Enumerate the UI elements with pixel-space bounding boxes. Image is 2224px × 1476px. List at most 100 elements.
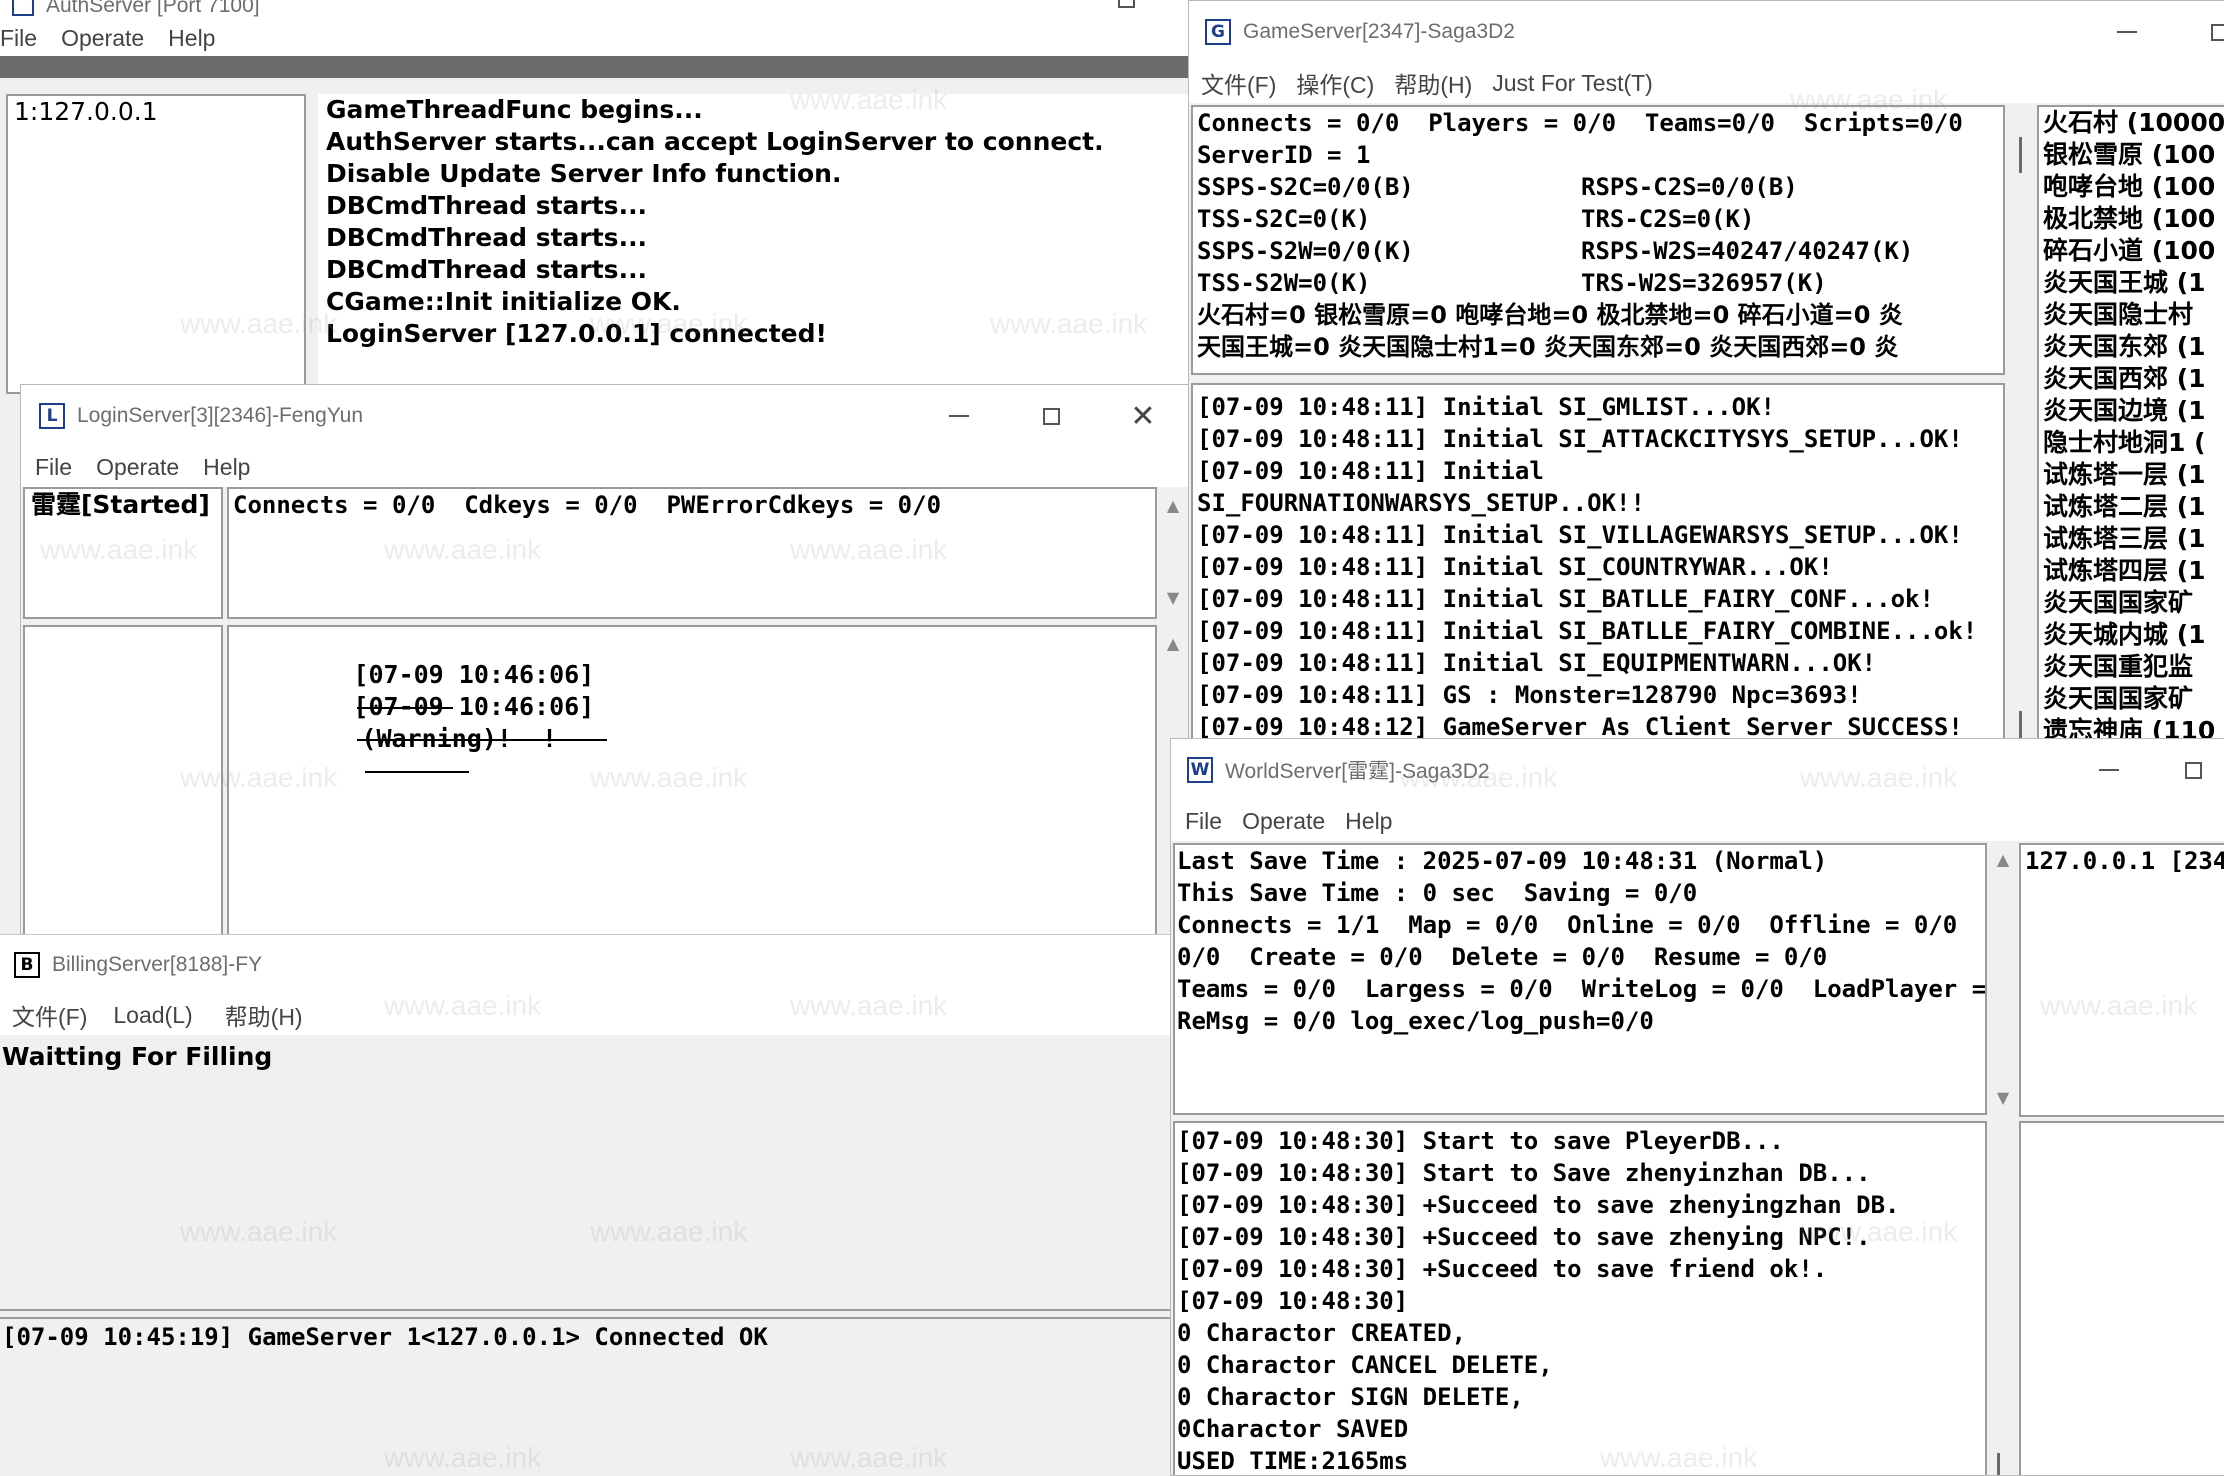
authserver-title: AuthServer [Port 7100] bbox=[46, 0, 260, 17]
billingserver-app-icon: B bbox=[14, 952, 40, 978]
game-map-counts: 天国王城=0 炎天国隐士村1=0 炎天国东郊=0 炎天国西郊=0 炎 bbox=[1197, 333, 1899, 361]
world-stats-line: 0/0 Create = 0/0 Delete = 0/0 Resume = 0… bbox=[1177, 943, 1828, 971]
maximize-icon[interactable] bbox=[1019, 387, 1083, 445]
menu-file[interactable]: 文件(F) bbox=[12, 998, 87, 1032]
minimize-icon[interactable] bbox=[2077, 741, 2141, 799]
auth-log-line: DBCmdThread starts... bbox=[326, 191, 648, 220]
game-stat-left: TSS-S2C=0(K) bbox=[1197, 205, 1371, 233]
gameserver-titlebar[interactable]: G GameServer[2347]-Saga3D2 bbox=[1189, 1, 2224, 63]
map-list-item[interactable]: 极北禁地 (100 bbox=[2043, 203, 2224, 235]
map-list-item[interactable]: 试炼塔一层 (1 bbox=[2043, 459, 2224, 491]
game-log-line: [07-09 10:48:11] Initial SI_EQUIPMENTWAR… bbox=[1197, 649, 1877, 677]
gameserver-map-list[interactable]: 火石村 (10000 银松雪原 (100 咆哮台地 (100 极北禁地 (100… bbox=[2037, 105, 2224, 741]
scrollbar-thumb[interactable] bbox=[2019, 711, 2022, 741]
menu-help[interactable]: Help bbox=[203, 454, 250, 481]
authserver-client-item[interactable]: 1:127.0.0.1 bbox=[14, 96, 158, 128]
scroll-down-icon[interactable]: ▼ bbox=[1161, 585, 1185, 609]
world-log-line: [07-09 10:48:30] +Succeed to save friend… bbox=[1177, 1255, 1828, 1283]
worldserver-stats: Last Save Time : 2025-07-09 10:48:31 (No… bbox=[1173, 843, 1987, 1115]
loginserver-left-lower bbox=[23, 625, 223, 945]
scroll-down-icon[interactable]: ▼ bbox=[1991, 1085, 2015, 1109]
gameserver-window: G GameServer[2347]-Saga3D2 文件(F) 操作(C) 帮… bbox=[1188, 0, 2224, 742]
menu-operate[interactable]: Operate bbox=[96, 454, 179, 481]
world-log-line: [07-09 10:48:30] bbox=[1177, 1287, 1409, 1315]
game-log-line: [07-09 10:48:11] Initial bbox=[1197, 457, 1544, 485]
map-list-item[interactable]: 试炼塔四层 (1 bbox=[2043, 555, 2224, 587]
menu-operate[interactable]: Operate bbox=[61, 25, 144, 52]
gameserver-title: GameServer[2347]-Saga3D2 bbox=[1243, 20, 1515, 43]
worldserver-titlebar[interactable]: W WorldServer[雷霆]-Saga3D2 bbox=[1171, 739, 2224, 801]
authserver-log: GameThreadFunc begins... AuthServer star… bbox=[318, 94, 1188, 394]
world-log-line: USED TIME:2165ms bbox=[1177, 1447, 1409, 1475]
map-list-item[interactable]: 炎天国西郊 (1 bbox=[2043, 363, 2224, 395]
billingserver-title: BillingServer[8188]-FY bbox=[52, 953, 263, 976]
authserver-titlebar[interactable]: AuthServer [Port 7100] bbox=[0, 0, 1188, 20]
map-list-item[interactable]: 炎天国重犯监 bbox=[2043, 651, 2224, 683]
game-stat-right: TRS-C2S=0(K) bbox=[1581, 205, 1755, 233]
billingserver-window: B BillingServer[8188]-FY 文件(F) Load(L) 帮… bbox=[0, 934, 1170, 1475]
map-list-item[interactable]: 炎天国隐士村 bbox=[2043, 299, 2224, 331]
auth-log-line: CGame::Init initialize OK. bbox=[326, 287, 681, 316]
world-stats-line: Last Save Time : 2025-07-09 10:48:31 (No… bbox=[1177, 847, 1828, 875]
map-list-item[interactable]: 银松雪原 (100 bbox=[2043, 139, 2224, 171]
billingserver-menubar: 文件(F) Load(L) 帮助(H) bbox=[0, 995, 1170, 1035]
world-stats-line: Teams = 0/0 Largess = 0/0 WriteLog = 0/0… bbox=[1177, 975, 1987, 1003]
scrollbar-thumb[interactable] bbox=[1997, 1453, 2000, 1475]
map-list-item[interactable]: 咆哮台地 (100 bbox=[2043, 171, 2224, 203]
map-list-item[interactable]: 炎天国国家矿 bbox=[2043, 683, 2224, 715]
game-stat-left: TSS-S2W=0(K) bbox=[1197, 269, 1371, 297]
auth-log-line: Disable Update Server Info function. bbox=[326, 159, 842, 188]
scroll-up-icon[interactable]: ▲ bbox=[1991, 847, 2015, 871]
game-log-line: [07-09 10:48:11] GS : Monster=128790 Npc… bbox=[1197, 681, 1862, 709]
map-list-item[interactable]: 炎天国东郊 (1 bbox=[2043, 331, 2224, 363]
world-stats-line: ReMsg = 0/0 log_exec/log_push=0/0 bbox=[1177, 1007, 1654, 1035]
loginserver-app-icon: L bbox=[39, 403, 65, 429]
menu-help[interactable]: Help bbox=[1345, 808, 1392, 835]
worldserver-window: W WorldServer[雷霆]-Saga3D2 File Operate H… bbox=[1170, 738, 2224, 1476]
worldserver-right-lower bbox=[2019, 1121, 2224, 1475]
scroll-up-icon[interactable]: ▲ bbox=[1161, 631, 1185, 655]
game-log-line: [07-09 10:48:11] Initial SI_BATLLE_FAIRY… bbox=[1197, 617, 1978, 645]
map-list-item[interactable]: 炎天城内城 (1 bbox=[2043, 619, 2224, 651]
worldserver-app-icon: W bbox=[1187, 757, 1213, 783]
maximize-icon[interactable] bbox=[2187, 3, 2224, 61]
map-list-item[interactable]: 隐士村地洞1 ( bbox=[2043, 427, 2224, 459]
world-log-line: [07-09 10:48:30] Start to Save zhenyinzh… bbox=[1177, 1159, 1871, 1187]
menu-file[interactable]: File bbox=[1185, 808, 1222, 835]
menu-operate[interactable]: 操作(C) bbox=[1296, 66, 1374, 100]
worldserver-client-item[interactable]: 127.0.0.1 [2347 bbox=[2025, 845, 2224, 877]
loginserver-menubar: File Operate Help bbox=[21, 447, 1189, 487]
map-list-item[interactable]: 试炼塔三层 (1 bbox=[2043, 523, 2224, 555]
menu-test[interactable]: Just For Test(T) bbox=[1492, 70, 1653, 97]
menu-help[interactable]: 帮助(H) bbox=[1394, 66, 1472, 100]
menu-file[interactable]: File bbox=[0, 25, 37, 52]
billingserver-status: Waitting For Filling bbox=[2, 1042, 273, 1071]
maximize-icon[interactable] bbox=[2161, 741, 2224, 799]
map-list-item[interactable]: 火石村 (10000 bbox=[2043, 107, 2224, 139]
loginserver-titlebar[interactable]: L LoginServer[3][2346]-FengYun ✕ bbox=[21, 385, 1189, 447]
map-list-item[interactable]: 炎天国王城 (1 bbox=[2043, 267, 2224, 299]
map-list-item[interactable]: 炎天国边境 (1 bbox=[2043, 395, 2224, 427]
world-log-line: [07-09 10:48:30] +Succeed to save zhenyi… bbox=[1177, 1191, 1900, 1219]
menu-file[interactable]: File bbox=[35, 454, 72, 481]
menu-help[interactable]: Help bbox=[168, 25, 215, 52]
minimize-icon[interactable] bbox=[2095, 3, 2159, 61]
auth-log-line: DBCmdThread starts... bbox=[326, 255, 648, 284]
map-list-item[interactable]: 炎天国国家矿 bbox=[2043, 587, 2224, 619]
scrollbar-thumb[interactable] bbox=[2019, 137, 2022, 173]
close-icon[interactable]: ✕ bbox=[1111, 387, 1175, 445]
menu-help[interactable]: 帮助(H) bbox=[225, 998, 303, 1032]
map-list-item[interactable]: 碎石小道 (100 bbox=[2043, 235, 2224, 267]
loginserver-server-item[interactable]: 雷霆[Started] bbox=[31, 489, 210, 521]
map-list-item[interactable]: 试炼塔二层 (1 bbox=[2043, 491, 2224, 523]
menu-file[interactable]: 文件(F) bbox=[1201, 66, 1276, 100]
worldserver-log: [07-09 10:48:30] Start to save PleyerDB.… bbox=[1173, 1121, 1987, 1475]
minimize-icon[interactable] bbox=[927, 387, 991, 445]
menu-operate[interactable]: Operate bbox=[1242, 808, 1325, 835]
scroll-up-icon[interactable]: ▲ bbox=[1161, 493, 1185, 517]
billingserver-titlebar[interactable]: B BillingServer[8188]-FY bbox=[0, 935, 1170, 995]
loginserver-server-list[interactable]: 雷霆[Started] bbox=[23, 487, 223, 619]
authserver-client-list[interactable]: 1:127.0.0.1 bbox=[6, 94, 306, 394]
worldserver-client-list[interactable]: 127.0.0.1 [2347 bbox=[2019, 843, 2224, 1117]
menu-load[interactable]: Load(L) bbox=[113, 1002, 192, 1029]
